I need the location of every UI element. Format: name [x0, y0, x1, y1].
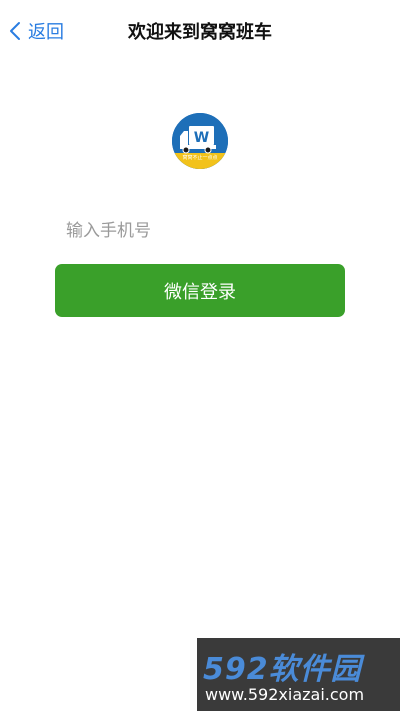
- header: 返回 欢迎来到窝窝班车: [0, 0, 400, 60]
- wechat-login-button[interactable]: 微信登录: [55, 264, 345, 317]
- svg-text:W: W: [194, 130, 209, 146]
- watermark-brand: 592软件园: [203, 652, 362, 687]
- watermark-url: www.592xiazai.com: [205, 685, 365, 704]
- phone-input[interactable]: [66, 216, 336, 246]
- page-title: 欢迎来到窝窝班车: [128, 22, 272, 43]
- app-logo: W 窝窝不止一点点: [172, 113, 228, 169]
- watermark: 592软件园 www.592xiazai.com: [197, 638, 400, 711]
- wechat-login-label: 微信登录: [164, 281, 236, 303]
- logo-tagline: 窝窝不止一点点: [182, 155, 218, 161]
